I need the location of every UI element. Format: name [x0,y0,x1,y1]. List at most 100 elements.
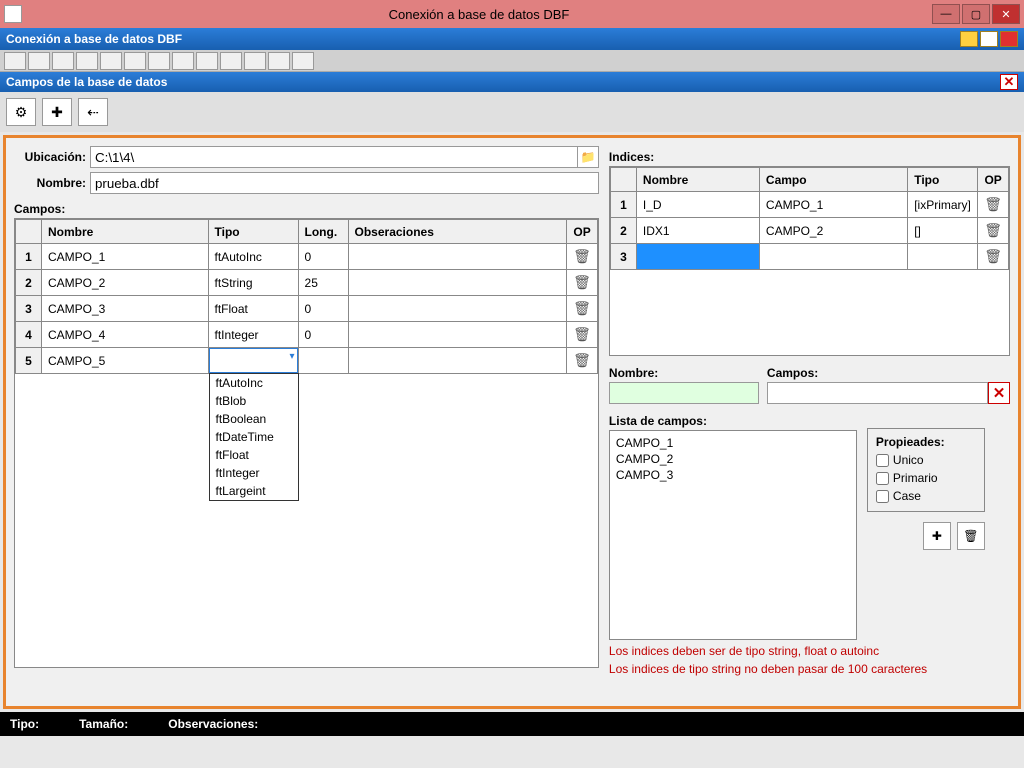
subwindow-close[interactable]: ✕ [1000,74,1018,90]
subtoolbar: ⚙ ✚ ⇠ [0,92,1024,132]
mdi-btn-2[interactable] [980,31,998,47]
dropdown-option[interactable]: ftBlob [210,392,298,410]
trash-icon[interactable]: 🗑 [573,274,591,290]
table-row: 4 CAMPO_4 ftInteger 0 🗑 [16,322,598,348]
clear-campos-button[interactable]: ✕ [988,382,1010,404]
campos-label: Campos: [14,202,599,216]
col-tipo: Tipo [208,220,298,244]
trash-icon[interactable]: 🗑 [573,248,591,264]
tool-13[interactable] [292,52,314,70]
indices-table[interactable]: Nombre Campo Tipo OP 1 I_D CAMPO_1 [ixPr… [610,167,1009,270]
dropdown-option[interactable]: ftFloat [210,446,298,464]
mdi-title: Conexión a base de datos DBF [6,32,182,46]
app-icon [4,5,22,23]
right-column: Indices: Nombre Campo Tipo OP 1 I_D [609,146,1010,698]
mdi-btn-3[interactable] [1000,31,1018,47]
col-op: OP [567,220,598,244]
tool-1[interactable] [4,52,26,70]
dropdown-option[interactable]: ftInteger [210,464,298,482]
campos-table-wrapper: Nombre Tipo Long. Obseraciones OP 1 CAMP… [14,218,599,668]
list-item[interactable]: CAMPO_1 [616,435,850,451]
tool-5[interactable] [100,52,122,70]
trash-icon[interactable]: 🗑 [573,352,591,368]
subwindow-titlebar: Campos de la base de datos ✕ [0,72,1024,92]
dropdown-option[interactable]: ftBoolean [210,410,298,428]
add-index-button[interactable]: ✚ [923,522,951,550]
idx-nombre-input[interactable] [609,382,759,404]
idx-campos-input[interactable] [767,382,988,404]
ubicacion-input[interactable] [90,146,578,168]
mdi-btn-1[interactable] [960,31,978,47]
tool-7[interactable] [148,52,170,70]
status-tam: Tamaño: [79,717,128,731]
col-nombre: Nombre [42,220,209,244]
trash-icon[interactable]: 🗑 [984,222,1002,238]
table-row: 3 🗑 [610,244,1008,270]
browse-folder-button[interactable]: 📁 [577,146,599,168]
tool-4[interactable] [76,52,98,70]
tool-9[interactable] [196,52,218,70]
tool-11[interactable] [244,52,266,70]
trash-icon[interactable]: 🗑 [573,300,591,316]
props-group: Propieades: Unico Primario Case [867,428,985,512]
close-button[interactable]: ✕ [992,4,1020,24]
trash-icon[interactable]: 🗑 [573,326,591,342]
dropdown-option[interactable]: ftLargeint [210,482,298,500]
tool-3[interactable] [52,52,74,70]
minimize-button[interactable]: — [932,4,960,24]
tool-6[interactable] [124,52,146,70]
subwindow-title: Campos de la base de datos [6,75,167,89]
primario-checkbox[interactable] [876,472,889,485]
add-button[interactable]: ✚ [42,98,72,126]
gear-button[interactable]: ⚙ [6,98,36,126]
trash-icon[interactable]: 🗑 [984,248,1002,264]
tool-8[interactable] [172,52,194,70]
campos-table[interactable]: Nombre Tipo Long. Obseraciones OP 1 CAMP… [15,219,598,374]
lista-campos[interactable]: CAMPO_1 CAMPO_2 CAMPO_3 [609,430,857,640]
lista-label: Lista de campos: [609,414,857,428]
dropdown-option[interactable]: ftAutoInc [210,374,298,392]
window-title: Conexión a base de datos DBF [28,7,930,22]
tool-2[interactable] [28,52,50,70]
status-bar: Tipo: Tamaño: Observaciones: [0,712,1024,736]
idx-col-nombre: Nombre [636,168,759,192]
idx-col-op: OP [978,168,1009,192]
status-tipo: Tipo: [10,717,39,731]
idx-campos-label: Campos: [767,366,1010,380]
delete-index-button[interactable]: 🗑 [957,522,985,550]
left-column: Ubicación: 📁 Nombre: Campos: Nombre Tipo… [14,146,599,698]
table-row: 5 CAMPO_5 ▾ ftAutoInc ftBlob ftBoolean f… [16,348,598,374]
case-checkbox[interactable] [876,490,889,503]
warning-1: Los indices deben ser de tipo string, fl… [609,644,1010,658]
main-panel: Ubicación: 📁 Nombre: Campos: Nombre Tipo… [3,135,1021,709]
window-titlebar: Conexión a base de datos DBF — ▢ ✕ [0,0,1024,28]
indices-table-wrapper: Nombre Campo Tipo OP 1 I_D CAMPO_1 [ixPr… [609,166,1010,356]
maximize-button[interactable]: ▢ [962,4,990,24]
table-row: 2 IDX1 CAMPO_2 [] 🗑 [610,218,1008,244]
unico-checkbox[interactable] [876,454,889,467]
status-obs: Observaciones: [168,717,258,731]
tipo-dropdown-cell[interactable]: ▾ ftAutoInc ftBlob ftBoolean ftDateTime … [208,348,298,374]
col-long: Long. [298,220,348,244]
nombre-input[interactable] [90,172,599,194]
table-row: 1 I_D CAMPO_1 [ixPrimary] 🗑 [610,192,1008,218]
exit-button[interactable]: ⇠ [78,98,108,126]
idx-nombre-label: Nombre: [609,366,759,380]
dropdown-option[interactable]: ftDateTime [210,428,298,446]
tool-12[interactable] [268,52,290,70]
list-item[interactable]: CAMPO_2 [616,451,850,467]
table-row: 2 CAMPO_2 ftString 25 🗑 [16,270,598,296]
tipo-dropdown-list[interactable]: ftAutoInc ftBlob ftBoolean ftDateTime ft… [209,373,299,501]
nombre-label: Nombre: [14,176,86,190]
list-item[interactable]: CAMPO_3 [616,467,850,483]
idx-col-tipo: Tipo [908,168,978,192]
idx-col-campo: Campo [759,168,907,192]
table-row: 1 CAMPO_1 ftAutoInc 0 🗑 [16,244,598,270]
trash-icon[interactable]: 🗑 [984,196,1002,212]
tool-10[interactable] [220,52,242,70]
props-label: Propieades: [876,435,976,449]
mdi-toolbar [0,50,1024,72]
indices-label: Indices: [609,150,1010,164]
table-row: 3 CAMPO_3 ftFloat 0 🗑 [16,296,598,322]
mdi-titlebar: Conexión a base de datos DBF [0,28,1024,50]
